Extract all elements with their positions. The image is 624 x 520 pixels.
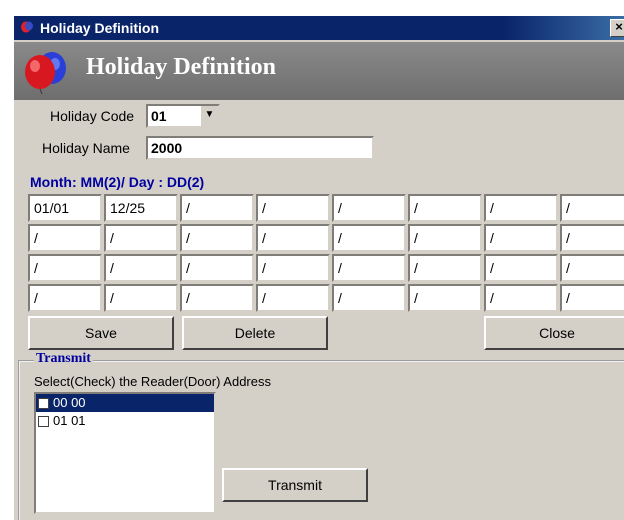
date-cell[interactable]: /: [560, 254, 624, 282]
date-cell[interactable]: /: [180, 284, 254, 312]
holiday-definition-window: Holiday Definition × Holiday Definition …: [12, 14, 624, 520]
holiday-name-label: Holiday Name: [42, 140, 130, 156]
date-cell[interactable]: /: [332, 284, 406, 312]
checkbox[interactable]: [38, 397, 49, 409]
date-cell[interactable]: /: [104, 254, 178, 282]
list-item-label: 00 00: [53, 395, 86, 410]
holiday-code-value: 01: [151, 108, 167, 124]
banner-title: Holiday Definition: [86, 54, 277, 80]
date-cell[interactable]: /: [560, 194, 624, 222]
date-cell[interactable]: /: [560, 224, 624, 252]
balloons-icon: [25, 52, 66, 94]
date-cell[interactable]: /: [408, 284, 482, 312]
holiday-code-label: Holiday Code: [50, 108, 135, 124]
list-item-label: 01 01: [53, 413, 86, 428]
date-cell[interactable]: /: [332, 194, 406, 222]
date-cell[interactable]: /: [28, 254, 102, 282]
date-cell[interactable]: /: [484, 284, 558, 312]
date-cell[interactable]: /: [104, 224, 178, 252]
holiday-name-input[interactable]: 2000: [146, 136, 374, 160]
checkbox[interactable]: [38, 415, 49, 427]
date-cell[interactable]: /: [28, 224, 102, 252]
date-cell[interactable]: /: [332, 224, 406, 252]
date-cell[interactable]: /: [256, 254, 330, 282]
header-banner: Holiday Definition: [14, 42, 624, 100]
delete-button[interactable]: Delete: [182, 316, 328, 350]
date-cell[interactable]: /: [256, 224, 330, 252]
close-icon: ×: [615, 19, 623, 34]
date-cell[interactable]: /: [408, 194, 482, 222]
title-bar: Holiday Definition ×: [14, 16, 624, 40]
date-cell[interactable]: /: [408, 254, 482, 282]
date-cell[interactable]: /: [256, 194, 330, 222]
balloon-icon: [21, 21, 33, 33]
date-cell[interactable]: /: [256, 284, 330, 312]
close-button[interactable]: Close: [484, 316, 624, 350]
chevron-down-icon[interactable]: ▼: [200, 106, 218, 126]
holiday-name-value: 2000: [151, 140, 183, 156]
date-cell[interactable]: /: [180, 224, 254, 252]
date-cell[interactable]: /: [408, 224, 482, 252]
transmit-button[interactable]: Transmit: [222, 468, 368, 502]
window-title: Holiday Definition: [40, 20, 159, 36]
date-cell[interactable]: /: [332, 254, 406, 282]
reader-address-instruction: Select(Check) the Reader(Door) Address: [34, 374, 271, 389]
date-cell[interactable]: /: [484, 254, 558, 282]
date-cell[interactable]: 01/01: [28, 194, 102, 222]
date-cell[interactable]: 12/25: [104, 194, 178, 222]
date-cell[interactable]: /: [104, 284, 178, 312]
date-cell[interactable]: /: [180, 254, 254, 282]
date-cell[interactable]: /: [484, 224, 558, 252]
reader-address-list[interactable]: 00 00 01 01: [34, 392, 216, 514]
close-window-button[interactable]: ×: [610, 19, 624, 37]
date-cell[interactable]: /: [484, 194, 558, 222]
holiday-code-dropdown[interactable]: 01 ▼: [146, 104, 220, 128]
date-cell[interactable]: /: [180, 194, 254, 222]
date-grid-label: Month: MM(2)/ Day : DD(2): [30, 174, 205, 190]
transmit-group-title: Transmit: [34, 351, 93, 367]
list-item[interactable]: 00 00: [36, 394, 214, 412]
date-cell[interactable]: /: [560, 284, 624, 312]
save-button[interactable]: Save: [28, 316, 174, 350]
list-item[interactable]: 01 01: [36, 412, 214, 430]
date-cell[interactable]: /: [28, 284, 102, 312]
